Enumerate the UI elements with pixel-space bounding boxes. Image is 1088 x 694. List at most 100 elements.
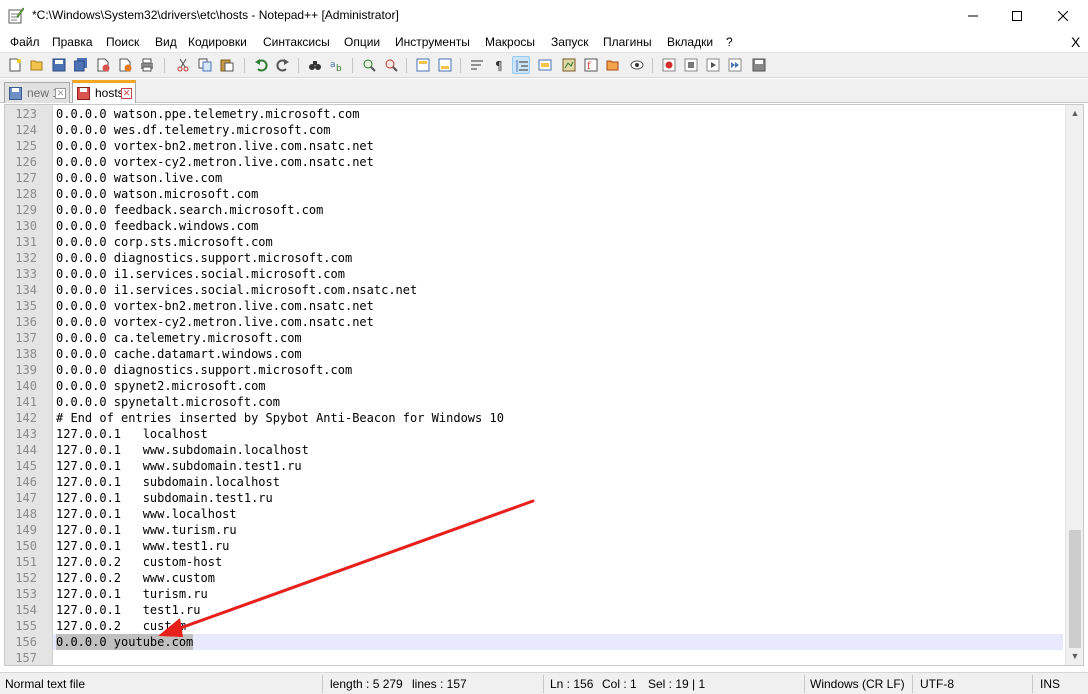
code-line[interactable]: 127.0.0.1 localhost: [53, 426, 1063, 442]
menu-file[interactable]: Файл: [10, 35, 40, 49]
code-line[interactable]: 0.0.0.0 i1.services.social.microsoft.com: [53, 266, 1063, 282]
current-line[interactable]: 0.0.0.0 youtube.com: [53, 634, 1063, 650]
menu-language[interactable]: Синтаксисы: [263, 35, 330, 49]
menu-search[interactable]: Поиск: [106, 35, 139, 49]
code-line[interactable]: 127.0.0.1 www.test1.ru: [53, 538, 1063, 554]
undo-button[interactable]: [252, 56, 270, 74]
code-line[interactable]: 0.0.0.0 watson.microsoft.com: [53, 186, 1063, 202]
scrollbar-thumb[interactable]: [1069, 530, 1081, 648]
user-defined-language-button[interactable]: [536, 56, 554, 74]
redo-button[interactable]: [274, 56, 292, 74]
minimize-button[interactable]: [950, 0, 996, 32]
close-document-button[interactable]: X: [1071, 34, 1080, 50]
save-macro-button[interactable]: [750, 56, 768, 74]
close-all-button[interactable]: [116, 56, 134, 74]
code-line[interactable]: 127.0.0.1 test1.ru: [53, 602, 1063, 618]
tab-new-1[interactable]: new 1 ✕: [4, 82, 70, 103]
vertical-scrollbar[interactable]: ▲ ▼: [1065, 105, 1083, 665]
code-line[interactable]: 0.0.0.0 watson.live.com: [53, 170, 1063, 186]
folder-as-workspace-button[interactable]: [604, 56, 622, 74]
cut-button[interactable]: [174, 56, 192, 74]
code-line[interactable]: 127.0.0.2 www.custom: [53, 570, 1063, 586]
code-line[interactable]: 0.0.0.0 watson.ppe.telemetry.microsoft.c…: [53, 106, 1063, 122]
tab-close-icon[interactable]: ✕: [55, 88, 66, 99]
tab-close-icon[interactable]: ✕: [121, 88, 132, 99]
code-line[interactable]: 0.0.0.0 feedback.windows.com: [53, 218, 1063, 234]
code-line[interactable]: [53, 650, 1063, 665]
code-line[interactable]: 0.0.0.0 ca.telemetry.microsoft.com: [53, 330, 1063, 346]
code-line[interactable]: 127.0.0.1 www.subdomain.test1.ru: [53, 458, 1063, 474]
code-line[interactable]: 0.0.0.0 vortex-bn2.metron.live.com.nsatc…: [53, 298, 1063, 314]
close-window-button[interactable]: [1040, 0, 1086, 32]
save-button[interactable]: [50, 56, 68, 74]
code-line[interactable]: 0.0.0.0 diagnostics.support.microsoft.co…: [53, 362, 1063, 378]
toolbar-separator: [652, 58, 653, 73]
find-button[interactable]: [306, 56, 324, 74]
code-line[interactable]: 0.0.0.0 vortex-bn2.metron.live.com.nsatc…: [53, 138, 1063, 154]
menu-tools[interactable]: Инструменты: [395, 35, 470, 49]
menu-encoding[interactable]: Кодировки: [188, 35, 247, 49]
code-line[interactable]: 0.0.0.0 wes.df.telemetry.microsoft.com: [53, 122, 1063, 138]
monitoring-button[interactable]: [628, 56, 646, 74]
code-line[interactable]: 127.0.0.1 www.localhost: [53, 506, 1063, 522]
tab-hosts[interactable]: hosts ✕: [72, 80, 136, 103]
play-macro-button[interactable]: [704, 56, 722, 74]
code-line[interactable]: 127.0.0.2 custom: [53, 618, 1063, 634]
document-map-button[interactable]: [560, 56, 578, 74]
function-list-button[interactable]: f: [582, 56, 600, 74]
menu-help[interactable]: ?: [726, 35, 733, 49]
window-title: *C:\Windows\System32\drivers\etc\hosts -…: [32, 8, 399, 22]
code-line[interactable]: 0.0.0.0 feedback.search.microsoft.com: [53, 202, 1063, 218]
zoom-out-button[interactable]: [382, 56, 400, 74]
code-line[interactable]: 0.0.0.0 spynetalt.microsoft.com: [53, 394, 1063, 410]
menu-settings[interactable]: Опции: [344, 35, 380, 49]
code-line[interactable]: 0.0.0.0 vortex-cy2.metron.live.com.nsatc…: [53, 314, 1063, 330]
code-line[interactable]: 127.0.0.1 www.subdomain.localhost: [53, 442, 1063, 458]
menu-run[interactable]: Запуск: [551, 35, 589, 49]
record-macro-button[interactable]: [660, 56, 678, 74]
save-all-button[interactable]: [72, 56, 90, 74]
status-encoding: UTF-8: [920, 677, 954, 691]
show-all-characters-button[interactable]: ¶: [490, 56, 508, 74]
code-line[interactable]: 0.0.0.0 corp.sts.microsoft.com: [53, 234, 1063, 250]
menu-view[interactable]: Вид: [155, 35, 177, 49]
word-wrap-button[interactable]: [468, 56, 486, 74]
maximize-button[interactable]: [994, 0, 1040, 32]
zoom-in-button[interactable]: [360, 56, 378, 74]
print-button[interactable]: [138, 56, 156, 74]
new-file-button[interactable]: [6, 56, 24, 74]
notepadpp-app-icon: [8, 7, 24, 24]
close-all-icon: [119, 58, 132, 72]
editor-pane[interactable]: 123 0.0.0.0 watson.ppe.telemetry.microsof…: [4, 104, 1084, 666]
status-selection: Sel : 19 | 1: [648, 677, 706, 691]
close-file-button[interactable]: [94, 56, 112, 74]
scroll-down-icon[interactable]: ▼: [1066, 648, 1083, 665]
open-file-button[interactable]: [28, 56, 46, 74]
play-macro-multiple-button[interactable]: [726, 56, 744, 74]
menu-window[interactable]: Вкладки: [667, 35, 713, 49]
sync-vertical-scroll-button[interactable]: [414, 56, 432, 74]
replace-button[interactable]: ab: [328, 56, 346, 74]
code-line[interactable]: 127.0.0.1 www.turism.ru: [53, 522, 1063, 538]
menu-edit[interactable]: Правка: [52, 35, 93, 49]
code-line[interactable]: 127.0.0.1 turism.ru: [53, 586, 1063, 602]
sync-vertical-icon: [416, 58, 430, 72]
code-line[interactable]: 127.0.0.2 custom-host: [53, 554, 1063, 570]
code-line[interactable]: 0.0.0.0 diagnostics.support.microsoft.co…: [53, 250, 1063, 266]
scroll-up-icon[interactable]: ▲: [1066, 105, 1083, 122]
menu-plugins[interactable]: Плагины: [603, 35, 652, 49]
menu-macro[interactable]: Макросы: [485, 35, 535, 49]
code-line[interactable]: 127.0.0.1 subdomain.localhost: [53, 474, 1063, 490]
code-line[interactable]: 0.0.0.0 vortex-cy2.metron.live.com.nsatc…: [53, 154, 1063, 170]
code-line[interactable]: 0.0.0.0 cache.datamart.windows.com: [53, 346, 1063, 362]
code-line[interactable]: 0.0.0.0 i1.services.social.microsoft.com…: [53, 282, 1063, 298]
copy-button[interactable]: [196, 56, 214, 74]
code-line[interactable]: 0.0.0.0 spynet2.microsoft.com: [53, 378, 1063, 394]
code-line[interactable]: 127.0.0.1 subdomain.test1.ru: [53, 490, 1063, 506]
stop-macro-button[interactable]: [682, 56, 700, 74]
paste-button[interactable]: [218, 56, 236, 74]
sync-horizontal-scroll-button[interactable]: [436, 56, 454, 74]
code-line[interactable]: # End of entries inserted by Spybot Anti…: [53, 410, 1063, 426]
line-text: 0.0.0.0 ca.telemetry.microsoft.com: [56, 331, 302, 345]
indent-guide-button[interactable]: [512, 56, 530, 74]
